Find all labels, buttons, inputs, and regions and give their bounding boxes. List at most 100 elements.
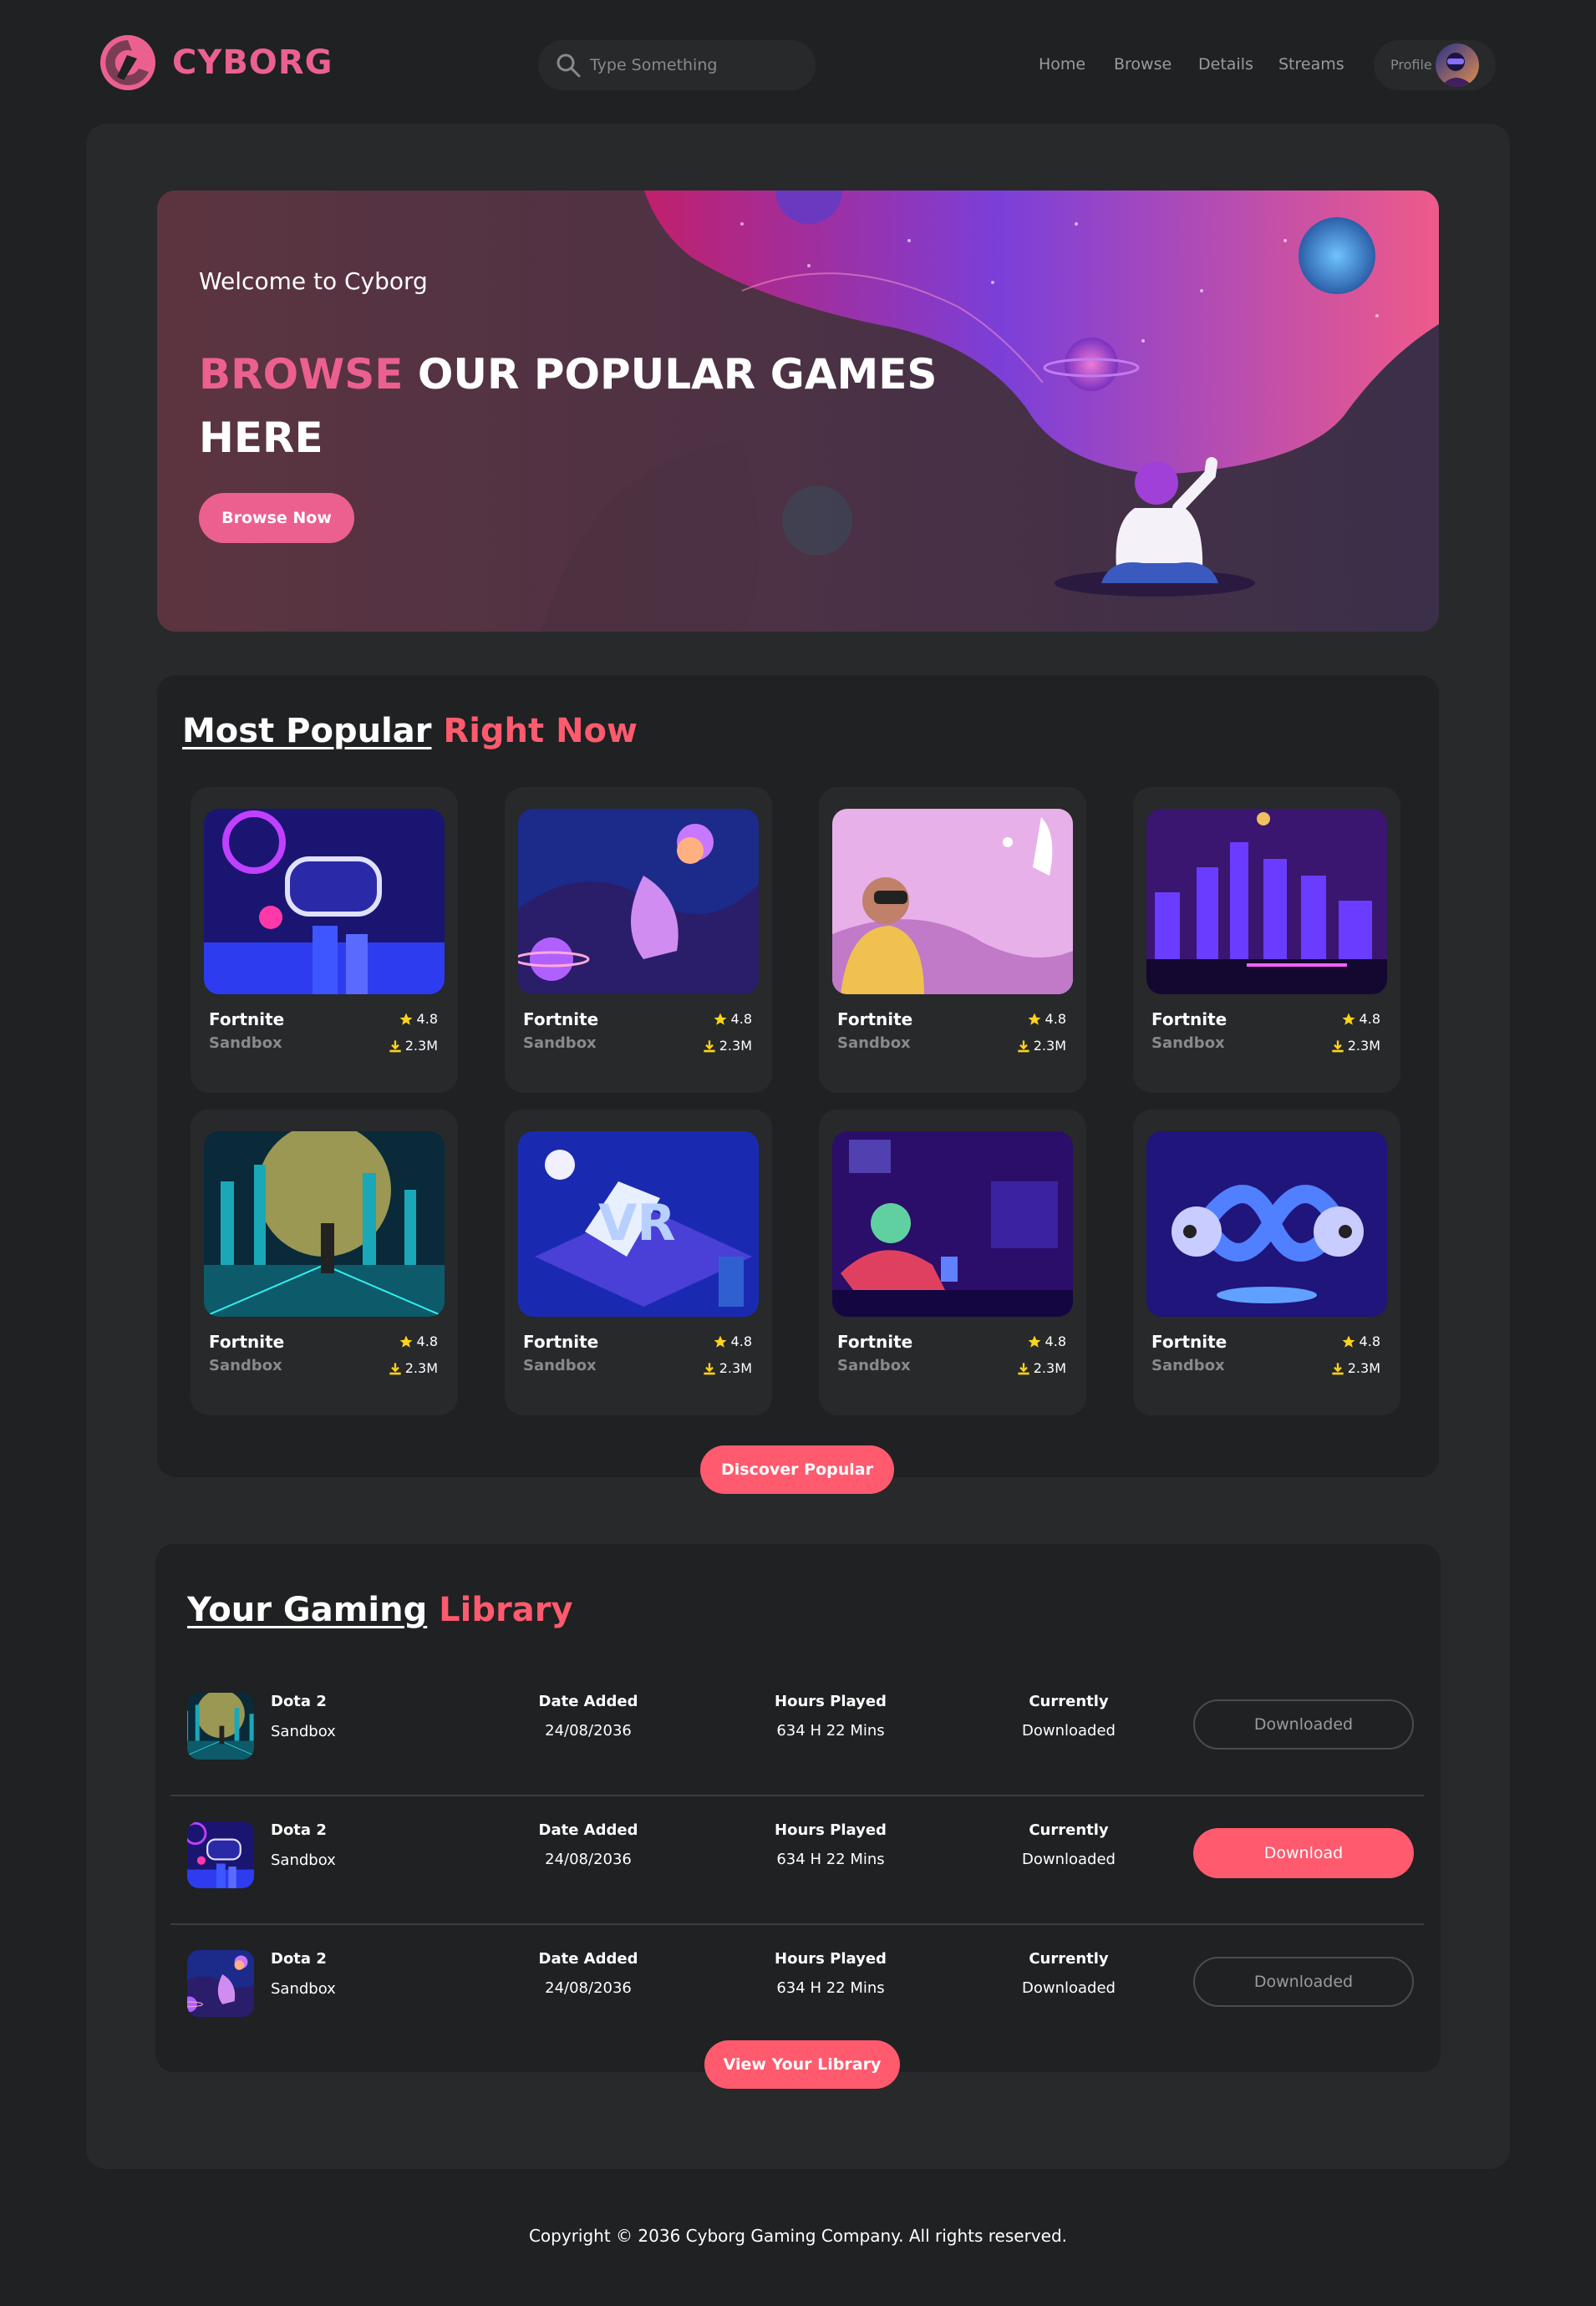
download-icon (1018, 1362, 1029, 1374)
rating-value: 4.8 (1359, 1333, 1380, 1349)
game-image (832, 809, 1073, 994)
download-icon (389, 1362, 401, 1374)
hours-played-label: Hours Played (775, 1821, 887, 1839)
view-library-button[interactable]: View Your Library (704, 2040, 900, 2089)
game-category: Sandbox (523, 1034, 597, 1052)
title-main: Your Gaming (187, 1591, 428, 1629)
hours-played-column: Hours Played 634 H 22 Mins (755, 1950, 906, 1997)
date-added-label: Date Added (538, 1693, 638, 1710)
game-thumbnail[interactable] (518, 809, 759, 994)
game-image (832, 1131, 1073, 1317)
status-value: Downloaded (1022, 1979, 1116, 1997)
game-title: Fortnite (209, 1009, 285, 1029)
game-thumbnail[interactable] (1146, 809, 1387, 994)
footer-copyright: Copyright © 2036 Cyborg Gaming Company. … (528, 2226, 1068, 2246)
status-value: Downloaded (1022, 1722, 1116, 1740)
game-thumbnail[interactable] (832, 809, 1073, 994)
game-card[interactable]: VR Fortnite Sandbox 4.8 2.3M (505, 1110, 772, 1415)
game-image (187, 1950, 254, 2017)
downloads-value: 2.3M (404, 1038, 438, 1054)
nav-browse[interactable]: Browse (1114, 55, 1172, 74)
library-game-name: Dota 2 (271, 1693, 327, 1710)
game-image (518, 809, 759, 994)
date-added-value: 24/08/2036 (545, 1851, 632, 1868)
game-card[interactable]: Fortnite Sandbox 4.8 2.3M (819, 787, 1086, 1093)
rating-value: 4.8 (730, 1011, 752, 1027)
game-card[interactable]: Fortnite Sandbox 4.8 2.3M (505, 787, 772, 1093)
game-downloads: 2.3M (389, 1360, 438, 1376)
game-rating: 4.8 (713, 1011, 752, 1027)
game-rating: 4.8 (1027, 1333, 1066, 1349)
discover-popular-button[interactable]: Discover Popular (700, 1445, 894, 1494)
download-icon (704, 1039, 715, 1052)
downloads-value: 2.3M (1033, 1360, 1066, 1376)
svg-text:VR: VR (598, 1194, 676, 1252)
game-title: Fortnite (1151, 1009, 1227, 1029)
status-column: Currently Downloaded (998, 1821, 1140, 1868)
download-icon (389, 1039, 401, 1052)
download-icon (1018, 1039, 1029, 1052)
game-thumbnail[interactable] (1146, 1131, 1387, 1317)
banner-welcome: Welcome to Cyborg (199, 267, 428, 295)
star-icon (714, 1013, 727, 1025)
status-label: Currently (1029, 1693, 1109, 1710)
game-thumbnail[interactable] (832, 1131, 1073, 1317)
hours-played-column: Hours Played 634 H 22 Mins (755, 1821, 906, 1868)
search-icon (557, 53, 581, 78)
downloaded-button[interactable]: Downloaded (1193, 1957, 1414, 2007)
game-card[interactable]: Fortnite Sandbox 4.8 2.3M (191, 787, 458, 1093)
game-downloads: 2.3M (1331, 1038, 1380, 1054)
search-bar[interactable] (538, 40, 816, 90)
search-input[interactable] (590, 56, 790, 74)
date-added-column: Date Added 24/08/2036 (521, 1950, 655, 1997)
status-label: Currently (1029, 1950, 1109, 1968)
library-game-category: Sandbox (271, 1723, 336, 1740)
browse-now-button[interactable]: Browse Now (199, 493, 354, 543)
avatar[interactable] (1436, 43, 1479, 87)
game-card[interactable]: Fortnite Sandbox 4.8 2.3M (191, 1110, 458, 1415)
star-icon (1028, 1335, 1041, 1348)
downloads-value: 2.3M (1033, 1038, 1066, 1054)
library-game-category: Sandbox (271, 1980, 336, 1998)
game-card[interactable]: Fortnite Sandbox 4.8 2.3M (819, 1110, 1086, 1415)
game-image (204, 1131, 445, 1317)
game-title: Fortnite (523, 1332, 599, 1352)
status-label: Currently (1029, 1821, 1109, 1839)
game-downloads: 2.3M (703, 1038, 752, 1054)
library-thumbnail[interactable] (187, 1693, 254, 1760)
game-title: Fortnite (209, 1332, 285, 1352)
game-image (204, 809, 445, 994)
library-thumbnail[interactable] (187, 1950, 254, 2017)
game-thumbnail[interactable]: VR (518, 1131, 759, 1317)
title-accent: Right Now (431, 712, 638, 750)
star-icon (1028, 1013, 1041, 1025)
title-main: Most Popular (182, 712, 432, 750)
game-thumbnail[interactable] (204, 1131, 445, 1317)
game-downloads: 2.3M (1331, 1360, 1380, 1376)
rating-value: 4.8 (416, 1011, 438, 1027)
date-added-label: Date Added (538, 1821, 638, 1839)
nav-streams[interactable]: Streams (1278, 55, 1344, 74)
nav-details[interactable]: Details (1198, 55, 1253, 74)
library-thumbnail[interactable] (187, 1821, 254, 1888)
status-value: Downloaded (1022, 1851, 1116, 1868)
library-game-category: Sandbox (271, 1851, 336, 1869)
nav-home[interactable]: Home (1039, 55, 1085, 74)
library-game-name: Dota 2 (271, 1821, 327, 1839)
downloaded-button[interactable]: Downloaded (1193, 1699, 1414, 1750)
library-row: Dota 2 Sandbox Date Added 24/08/2036 Hours P… (170, 1796, 1424, 1925)
game-category: Sandbox (837, 1357, 911, 1374)
download-button[interactable]: Download (1193, 1828, 1414, 1878)
game-image (187, 1693, 254, 1760)
game-title: Fortnite (1151, 1332, 1227, 1352)
brand-name: CYBORG (172, 43, 333, 82)
downloads-value: 2.3M (1347, 1038, 1380, 1054)
section-title: Most Popular Right Now (182, 712, 638, 750)
logo[interactable]: CYBORG (99, 33, 333, 92)
date-added-column: Date Added 24/08/2036 (521, 1693, 655, 1740)
game-rating: 4.8 (713, 1333, 752, 1349)
date-added-column: Date Added 24/08/2036 (521, 1821, 655, 1868)
game-card[interactable]: Fortnite Sandbox 4.8 2.3M (1133, 787, 1400, 1093)
game-thumbnail[interactable] (204, 809, 445, 994)
game-card[interactable]: Fortnite Sandbox 4.8 2.3M (1133, 1110, 1400, 1415)
